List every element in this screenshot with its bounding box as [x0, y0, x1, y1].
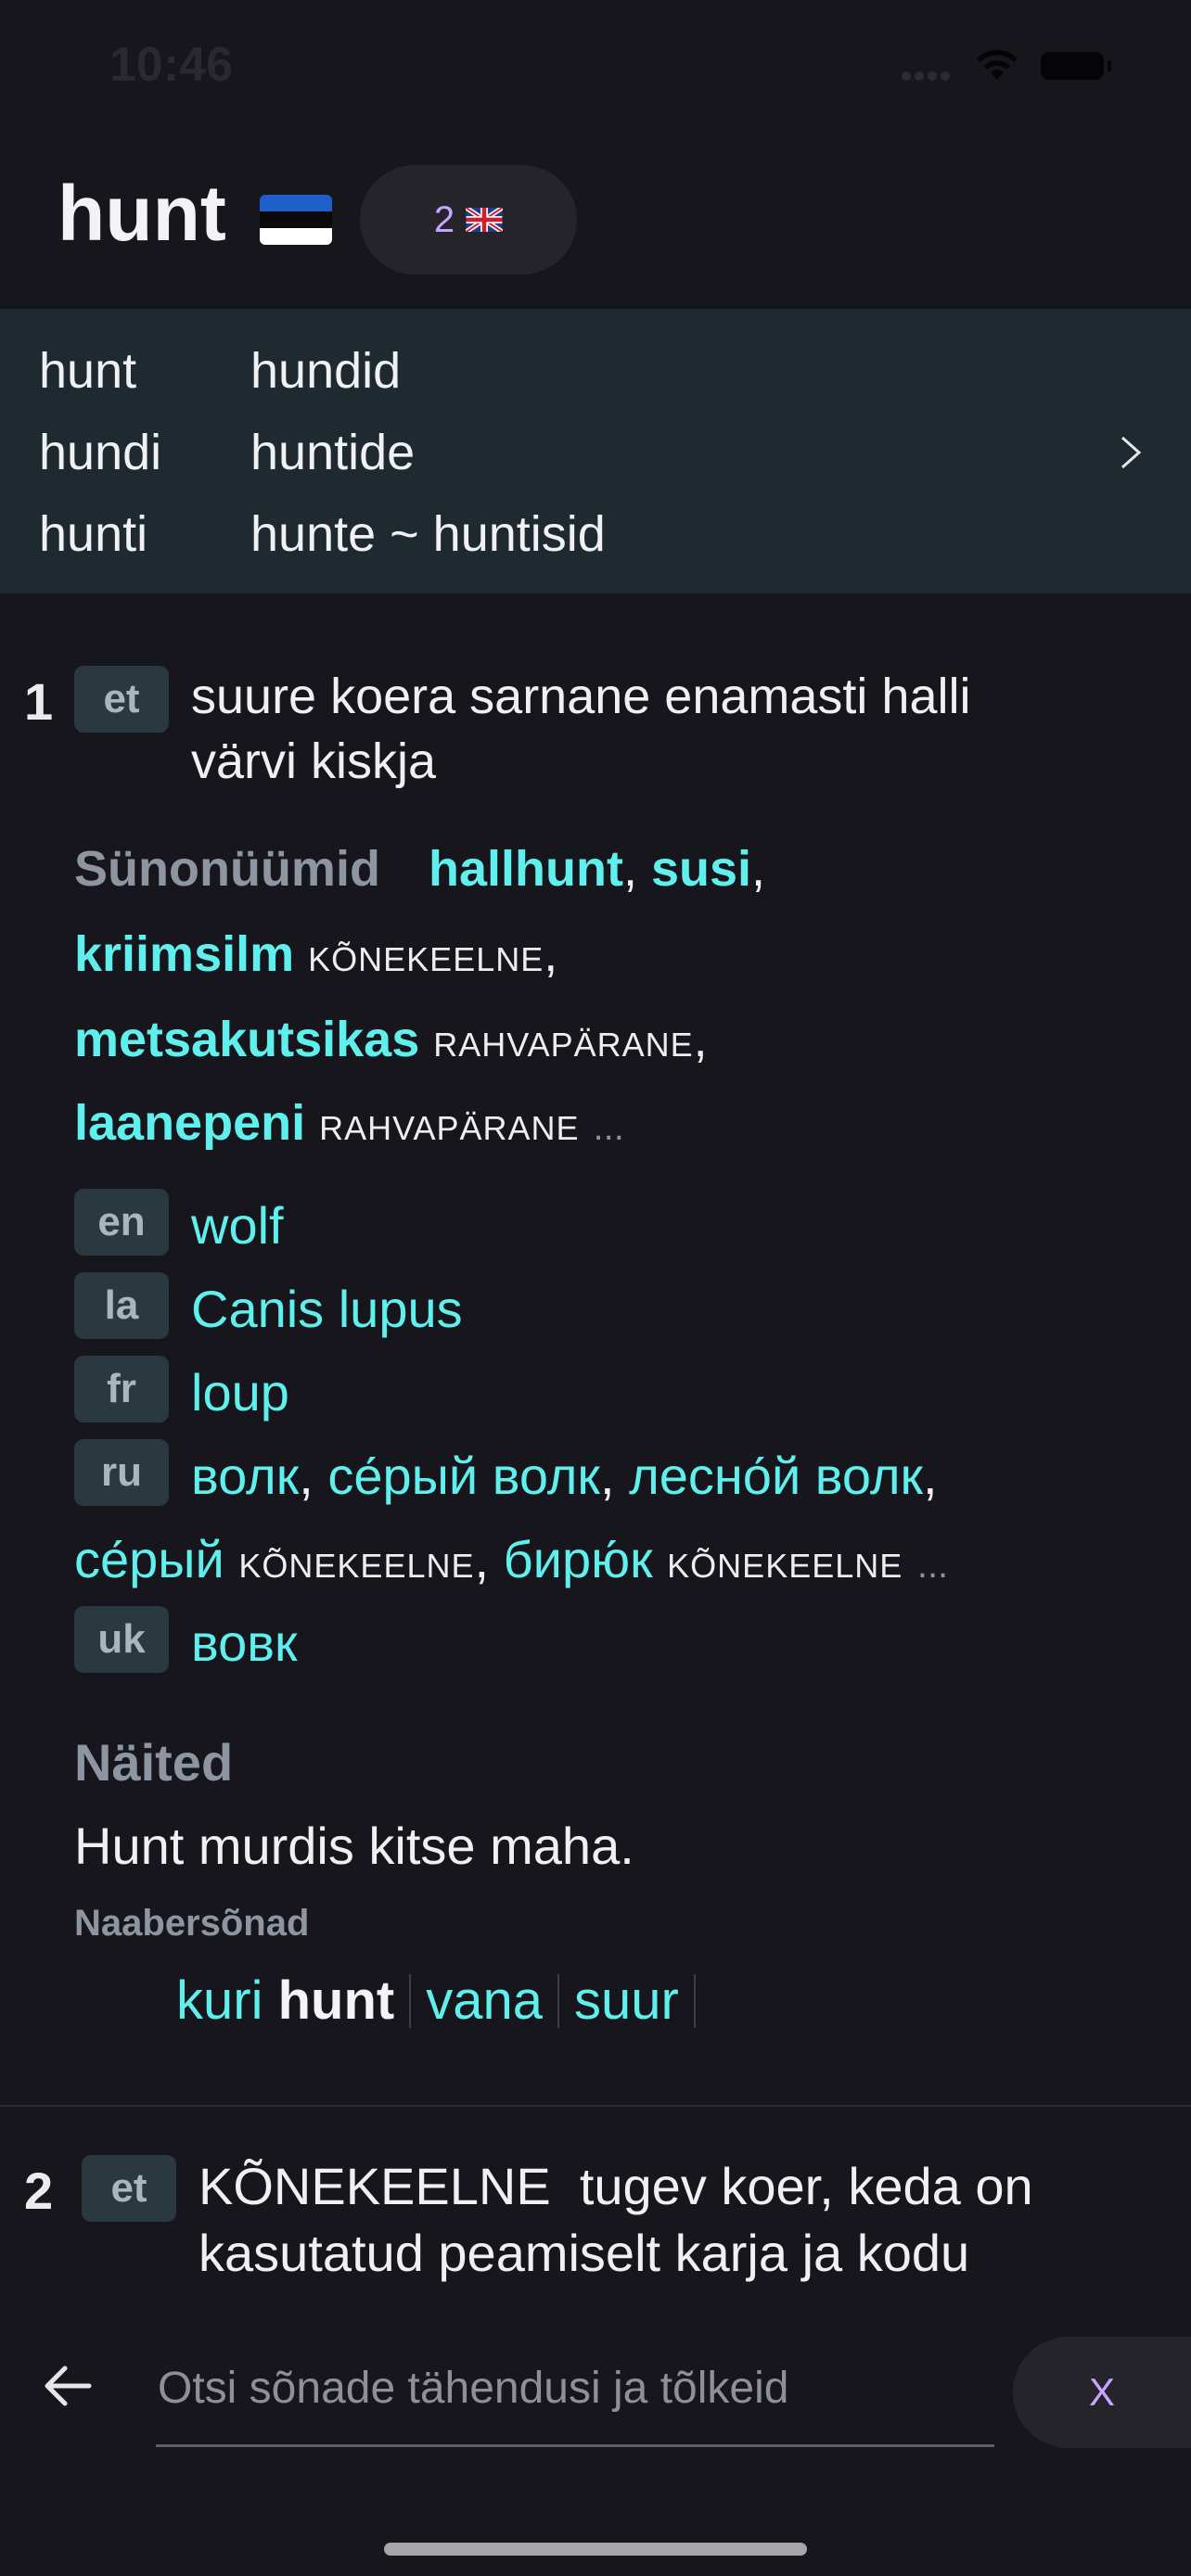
- language-tag: et: [82, 2155, 176, 2222]
- definition-text: tugev koer, keda on: [579, 2157, 1033, 2215]
- sense-number: 2: [24, 2162, 54, 2220]
- home-indicator: [384, 2543, 807, 2556]
- bottom-search-bar: X: [0, 2303, 1191, 2576]
- search-input[interactable]: [156, 2331, 994, 2447]
- clear-search-button[interactable]: X: [1013, 2337, 1191, 2448]
- register-label: KÕNEKEELNE: [198, 2157, 551, 2215]
- sense-2: 2 et KÕNEKEELNE tugev koer, keda on kasu…: [0, 0, 1191, 2303]
- definition-line: kasutatud peamiselt karja ja kodu: [198, 2224, 970, 2282]
- definition: KÕNEKEELNE tugev koer, keda on kasutatud…: [198, 2153, 1033, 2303]
- definition-line-cut: [198, 2287, 1033, 2303]
- definition-line: KÕNEKEELNE tugev koer, keda on: [198, 2153, 1033, 2220]
- back-arrow-icon[interactable]: [37, 2355, 98, 2417]
